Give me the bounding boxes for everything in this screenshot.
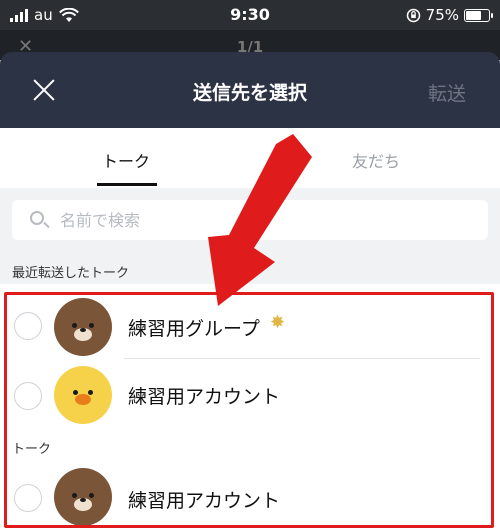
rotation-lock-icon (406, 8, 420, 22)
divider (124, 358, 480, 359)
select-radio[interactable] (14, 484, 42, 512)
section-recent-heading: 最近転送したトーク (12, 266, 130, 281)
select-radio[interactable] (14, 382, 42, 410)
chat-name: 練習用グループ (128, 318, 260, 340)
list-item[interactable]: 練習用アカウント (0, 362, 500, 432)
chat-name: 練習用アカウント (128, 386, 281, 408)
page-title: 送信先を選択 (192, 82, 307, 104)
status-right: 75% (406, 6, 493, 24)
battery-percent: 75% (425, 6, 459, 24)
section-talk-heading: トーク (12, 442, 52, 457)
brown-bear-icon (54, 468, 112, 526)
list-item[interactable]: 練習用グループ ✸ (0, 292, 500, 362)
battery-fill (466, 10, 481, 20)
tab-friends[interactable]: 友だち (326, 148, 426, 172)
status-bar: au 9:30 75% (0, 0, 500, 30)
modal-header: 送信先を選択 転送 (0, 52, 500, 128)
search-input[interactable] (60, 208, 460, 232)
tab-bar: トーク 友だち (0, 128, 500, 188)
select-radio[interactable] (14, 312, 42, 340)
forward-button[interactable]: 転送 (428, 79, 466, 106)
search-icon (30, 211, 44, 225)
list-item[interactable]: 練習用アカウント (0, 462, 500, 532)
chat-name: 練習用アカウント (128, 490, 281, 512)
search-box[interactable] (12, 200, 488, 240)
active-tab-indicator (97, 183, 157, 186)
sally-chick-icon (54, 366, 112, 424)
search-area (0, 188, 500, 254)
battery-icon (464, 8, 493, 22)
brown-bear-icon (54, 298, 112, 356)
tab-talk[interactable]: トーク (76, 148, 176, 172)
star-icon: ✸ (270, 312, 286, 333)
